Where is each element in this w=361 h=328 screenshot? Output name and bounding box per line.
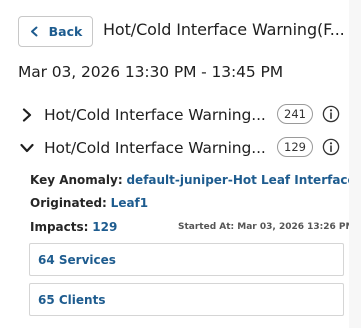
chevron-down-icon[interactable] <box>20 141 34 155</box>
event-count-badge: 241 <box>277 104 313 124</box>
impacts-label: Impacts: <box>30 220 89 234</box>
event-count-badge: 129 <box>277 137 313 157</box>
originated-label: Originated: <box>30 196 107 210</box>
chevron-left-icon <box>30 26 38 37</box>
impacts-count: 129 <box>92 220 118 234</box>
back-button-label: Back <box>48 24 83 39</box>
page-title: Hot/Cold Interface Warning(F... <box>103 20 345 39</box>
clients-impact-label: 65 Clients <box>38 292 106 307</box>
impacts: Impacts: 129 <box>30 220 117 234</box>
back-button[interactable]: Back <box>18 16 93 47</box>
chevron-right-icon[interactable] <box>20 108 34 122</box>
key-anomaly-link[interactable]: default-juniper-Hot Leaf Interface <box>126 173 355 187</box>
clients-impact-card[interactable]: 65 Clients <box>29 283 344 316</box>
services-impact-card[interactable]: 64 Services <box>29 243 344 276</box>
services-impact-label: 64 Services <box>38 252 116 267</box>
event-row[interactable]: Hot/Cold Interface Warning... 129 <box>18 135 344 161</box>
key-anomaly-label: Key Anomaly: <box>30 173 123 187</box>
originated-link[interactable]: Leaf1 <box>111 196 148 210</box>
started-at: Started At: Mar 03, 2026 13:26 PM <box>178 222 355 232</box>
key-anomaly: Key Anomaly: default-juniper-Hot Leaf In… <box>30 173 356 187</box>
info-circle-icon[interactable] <box>322 138 340 156</box>
event-row[interactable]: Hot/Cold Interface Warning... 241 <box>18 102 344 128</box>
event-name: Hot/Cold Interface Warning... <box>44 139 266 157</box>
scrollbar-track[interactable] <box>349 0 361 328</box>
originated: Originated: Leaf1 <box>30 196 148 210</box>
time-range: Mar 03, 2026 13:30 PM - 13:45 PM <box>18 63 284 81</box>
event-details-panel: Back Hot/Cold Interface Warning(F... Mar… <box>0 0 356 328</box>
info-circle-icon[interactable] <box>322 105 340 123</box>
event-name: Hot/Cold Interface Warning... <box>44 106 266 124</box>
